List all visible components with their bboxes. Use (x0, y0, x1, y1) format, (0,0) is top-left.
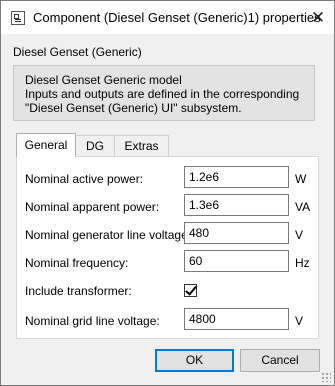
tab-dg[interactable]: DG (75, 135, 115, 156)
gen-line-voltage-label: Nominal generator line voltage: (25, 228, 192, 242)
gen-line-voltage-input[interactable] (184, 222, 289, 244)
cancel-button[interactable]: Cancel (240, 349, 320, 372)
tab-general[interactable]: General (16, 133, 76, 157)
component-icon (11, 11, 25, 25)
tab-extras[interactable]: Extras (114, 135, 169, 156)
description-line: Diesel Genset Generic model (25, 73, 182, 87)
grid-line-voltage-label: Nominal grid line voltage: (25, 314, 160, 328)
window-title: Component (Diesel Genset (Generic)1) pro… (33, 10, 321, 25)
gen-line-voltage-unit: V (295, 228, 304, 242)
grid-line-voltage-unit: V (295, 314, 304, 328)
properties-dialog: Component (Diesel Genset (Generic)1) pro… (0, 0, 335, 386)
resize-grip-icon[interactable] (321, 372, 331, 382)
block-name-label: Diesel Genset (Generic) (13, 45, 142, 59)
close-icon[interactable]: ✕ (302, 1, 334, 34)
apparent-power-input[interactable] (184, 194, 289, 216)
description-line: Inputs and outputs are defined in the co… (25, 87, 300, 101)
frequency-unit: Hz (295, 256, 310, 270)
include-transformer-label: Include transformer: (25, 284, 132, 298)
description-box: Diesel Genset Generic model Inputs and o… (13, 65, 315, 121)
general-tab-panel: Nominal active power: W Nominal apparent… (16, 156, 319, 339)
active-power-unit: W (295, 172, 307, 186)
include-transformer-checkbox[interactable] (184, 284, 197, 297)
apparent-power-label: Nominal apparent power: (25, 200, 160, 214)
active-power-input[interactable] (184, 166, 289, 188)
title-bar[interactable]: Component (Diesel Genset (Generic)1) pro… (1, 1, 334, 34)
frequency-input[interactable] (184, 250, 289, 272)
ok-button[interactable]: OK (155, 349, 234, 372)
description-line: "Diesel Genset (Generic) UI" subsystem. (25, 101, 242, 115)
grid-line-voltage-input[interactable] (184, 308, 289, 330)
apparent-power-unit: VA (295, 200, 311, 214)
active-power-label: Nominal active power: (25, 172, 144, 186)
frequency-label: Nominal frequency: (25, 256, 129, 270)
